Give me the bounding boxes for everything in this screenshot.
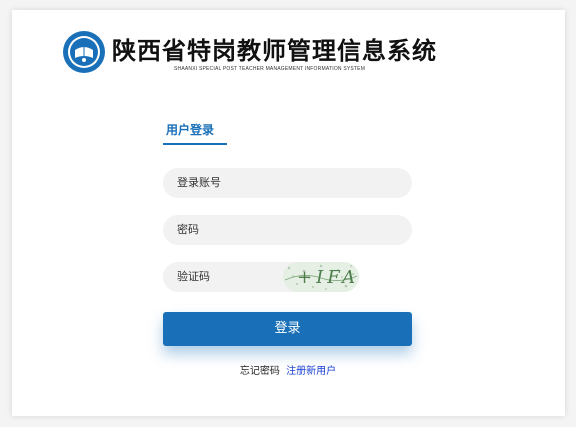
page-title: 陕西省特岗教师管理信息系统 (112, 37, 437, 65)
emblem-logo (63, 31, 105, 73)
captcha-noise-graphic: +IFA (283, 262, 359, 292)
page-subtitle: SHAANXI SPECIAL POST TEACHER MANAGEMENT … (174, 66, 366, 72)
account-input[interactable]: 登录账号 (163, 168, 412, 198)
tab-user-login[interactable]: 用户登录 (166, 121, 214, 138)
forgot-password-link[interactable]: 忘记密码 (240, 366, 280, 377)
register-link[interactable]: 注册新用户 (286, 366, 336, 377)
captcha-text: +IFA (297, 267, 359, 288)
footer-links: 忘记密码 注册新用户 (0, 362, 576, 377)
login-button[interactable]: 登录 (163, 312, 412, 346)
page-header: 陕西省特岗教师管理信息系统 SHAANXI SPECIAL POST TEACH… (62, 30, 482, 80)
captcha-image[interactable]: +IFA (283, 262, 359, 292)
password-input[interactable]: 密码 (163, 215, 412, 245)
tab-active-indicator (163, 143, 227, 145)
